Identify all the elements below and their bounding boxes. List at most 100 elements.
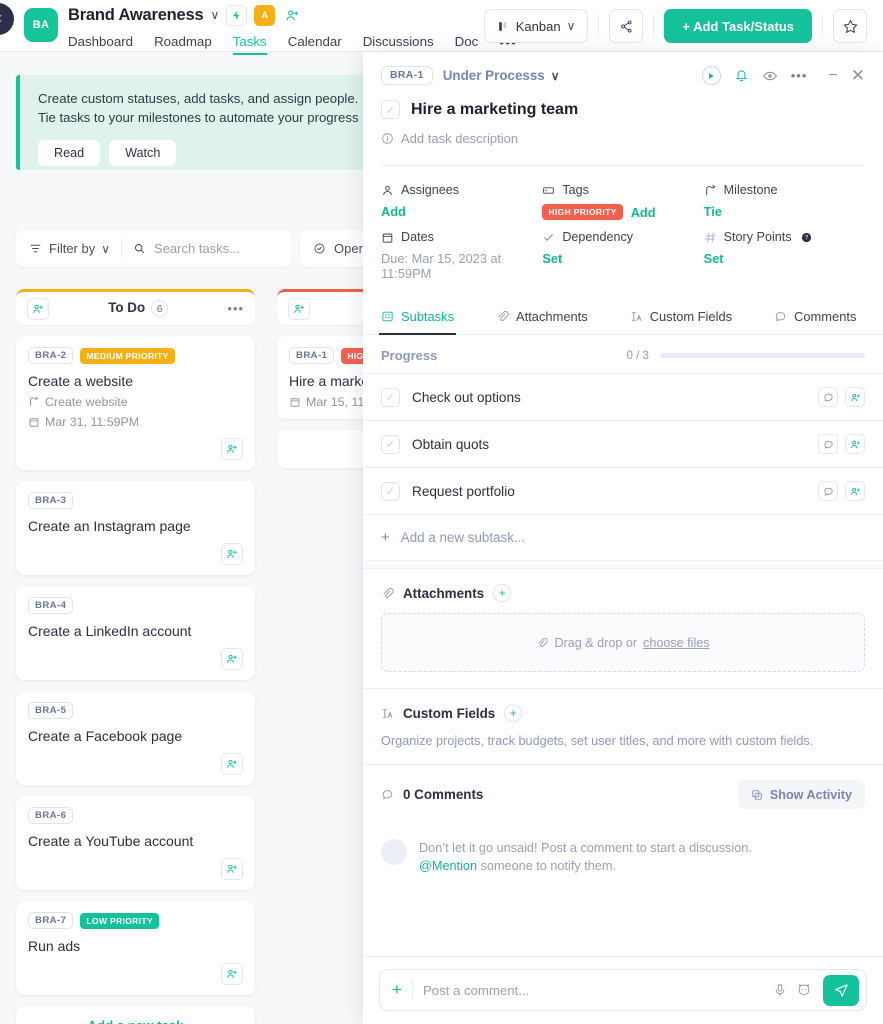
set-story-points-link[interactable]: Set bbox=[704, 251, 724, 266]
subtask-row[interactable]: ✓ Obtain quots bbox=[363, 420, 883, 467]
filter-icon bbox=[30, 244, 41, 253]
notifications-button[interactable] bbox=[734, 68, 749, 83]
assign-user-icon[interactable] bbox=[221, 543, 243, 565]
status-dropdown[interactable]: Under Processs ∨ bbox=[443, 68, 560, 83]
comment-composer-box[interactable]: + Post a comment... bbox=[379, 969, 867, 1011]
subtask-checkbox[interactable]: ✓ bbox=[381, 434, 400, 454]
task-card[interactable]: BRA-6 Create a YouTube account bbox=[16, 796, 255, 890]
tab-attachments[interactable]: Attachments bbox=[496, 297, 588, 334]
assign-user-icon[interactable] bbox=[221, 438, 243, 460]
tab-custom-fields[interactable]: Custom Fields bbox=[630, 297, 732, 334]
show-activity-button[interactable]: Show Activity bbox=[737, 780, 865, 809]
eye-icon bbox=[762, 71, 777, 80]
add-tag-link[interactable]: Add bbox=[631, 205, 656, 220]
card-footer bbox=[28, 858, 243, 880]
choose-files-link[interactable]: choose files bbox=[643, 636, 710, 650]
subtask-comment-icon[interactable] bbox=[818, 387, 838, 407]
task-card[interactable]: BRA-5 Create a Facebook page bbox=[16, 691, 255, 785]
workspace-switcher-avatar[interactable]: ✕ bbox=[0, 3, 14, 35]
banner-read-button[interactable]: Read bbox=[38, 139, 101, 166]
subtask-assign-icon[interactable] bbox=[845, 481, 865, 501]
subtask-checkbox[interactable]: ✓ bbox=[381, 387, 400, 407]
task-card-title: Create a LinkedIn account bbox=[28, 623, 192, 639]
meta-label-text: Story Points bbox=[723, 230, 792, 244]
meta-label-text: Tags bbox=[562, 183, 589, 197]
assign-user-icon[interactable] bbox=[221, 753, 243, 775]
task-key: BRA-7 bbox=[28, 912, 74, 929]
mention-link[interactable]: @Mention bbox=[419, 859, 477, 873]
chevron-down-icon[interactable]: ∨ bbox=[210, 9, 219, 21]
banner-watch-button[interactable]: Watch bbox=[109, 139, 177, 166]
task-card[interactable]: BRA-7 LOW PRIORITY Run ads bbox=[16, 901, 255, 995]
milestone-icon bbox=[30, 396, 39, 406]
add-attachment-icon[interactable]: + bbox=[392, 980, 402, 1000]
add-assignee-link[interactable]: Add bbox=[381, 204, 406, 219]
share-button[interactable] bbox=[609, 9, 644, 43]
chevron-down-icon[interactable]: ∨ bbox=[101, 243, 110, 255]
share-icon bbox=[620, 20, 632, 32]
subtask-row[interactable]: ✓ Check out options bbox=[363, 373, 883, 420]
task-card[interactable]: BRA-4 Create a LinkedIn account bbox=[16, 586, 255, 680]
add-description-button[interactable]: Add task description bbox=[381, 131, 865, 146]
assign-user-icon[interactable] bbox=[221, 858, 243, 880]
task-complete-checkbox[interactable]: ✓ bbox=[381, 100, 400, 119]
attachment-dropzone[interactable]: Drag & drop or choose files bbox=[381, 613, 865, 672]
subtask-checkbox[interactable]: ✓ bbox=[381, 481, 400, 501]
start-timer-button[interactable] bbox=[701, 66, 721, 85]
subtask-comment-icon[interactable] bbox=[818, 481, 838, 501]
tab-comments[interactable]: Comments bbox=[774, 297, 856, 334]
assign-user-icon[interactable] bbox=[221, 648, 243, 670]
priority-badge: LOW PRIORITY bbox=[80, 912, 159, 929]
assign-user-icon[interactable] bbox=[221, 963, 243, 985]
task-card[interactable]: BRA-3 Create an Instagram page bbox=[16, 481, 255, 575]
filter-by-label[interactable]: Filter by bbox=[49, 241, 95, 256]
badge-a-icon[interactable]: A bbox=[254, 4, 276, 26]
task-card[interactable]: BRA-2 MEDIUM PRIORITY Create a website C… bbox=[16, 336, 255, 470]
set-dependency-link[interactable]: Set bbox=[542, 251, 562, 266]
microphone-icon[interactable] bbox=[773, 983, 787, 997]
favorite-button[interactable] bbox=[833, 9, 867, 43]
add-task-status-button[interactable]: + Add Task/Status bbox=[664, 9, 812, 43]
close-icon[interactable]: ✕ bbox=[851, 67, 865, 84]
status-filter-label: Open bbox=[334, 241, 366, 256]
add-member-icon[interactable] bbox=[282, 4, 304, 26]
comments-empty-line-1: Don’t let it go unsaid! Post a comment t… bbox=[419, 841, 752, 855]
meta-dates: Dates Due: Mar 15, 2023 at 11:59PM bbox=[381, 230, 542, 281]
meta-label-text: Dependency bbox=[562, 230, 634, 244]
column-header: To Do 6 ••• bbox=[16, 289, 255, 325]
add-member-icon[interactable] bbox=[27, 297, 49, 320]
comments-title: 0 Comments bbox=[381, 787, 483, 802]
progress-count: 0 / 3 bbox=[626, 349, 649, 362]
panel-more-icon[interactable]: ••• bbox=[791, 68, 808, 83]
subtask-assign-icon[interactable] bbox=[845, 387, 865, 407]
add-member-icon[interactable] bbox=[288, 297, 310, 320]
due-date-value[interactable]: Due: Mar 15, 2023 at 11:59PM bbox=[381, 251, 542, 281]
top-bar-actions: Kanban ∨ + Add Task/Status bbox=[483, 9, 867, 43]
task-card-title: Run ads bbox=[28, 938, 81, 954]
view-selector[interactable]: Kanban ∨ bbox=[483, 9, 589, 43]
comment-input[interactable]: Post a comment... bbox=[423, 983, 763, 998]
send-comment-button[interactable] bbox=[823, 974, 859, 1006]
watch-button[interactable] bbox=[762, 68, 778, 84]
search-input[interactable]: Search tasks... bbox=[154, 241, 240, 256]
project-avatar[interactable]: BA bbox=[24, 8, 58, 42]
panel-title-row: ✓ Hire a marketing team bbox=[381, 100, 865, 119]
column-menu-icon[interactable]: ••• bbox=[227, 301, 244, 316]
subtask-assign-icon[interactable] bbox=[845, 434, 865, 454]
add-custom-field-button[interactable]: + bbox=[504, 704, 523, 722]
add-new-task-button[interactable]: Add a new task bbox=[16, 1006, 255, 1024]
add-attachment-button[interactable]: + bbox=[493, 584, 512, 602]
column-title-text: To Do bbox=[108, 300, 146, 316]
subtask-row[interactable]: ✓ Request portfolio bbox=[363, 467, 883, 514]
emoji-icon[interactable] bbox=[797, 983, 811, 997]
task-key: BRA-5 bbox=[28, 702, 74, 719]
subtask-comment-icon[interactable] bbox=[818, 434, 838, 454]
tab-subtasks[interactable]: Subtasks bbox=[378, 297, 457, 335]
add-subtask-button[interactable]: + Add a new subtask... bbox=[363, 514, 883, 560]
tie-milestone-link[interactable]: Tie bbox=[704, 204, 722, 219]
meta-label: Story Points ? bbox=[704, 230, 865, 244]
minimize-button[interactable]: − bbox=[828, 67, 837, 84]
automation-bolt-icon[interactable] bbox=[226, 4, 248, 26]
tag-badge[interactable]: HIGH PRIORITY bbox=[542, 204, 623, 220]
divider bbox=[653, 15, 655, 37]
